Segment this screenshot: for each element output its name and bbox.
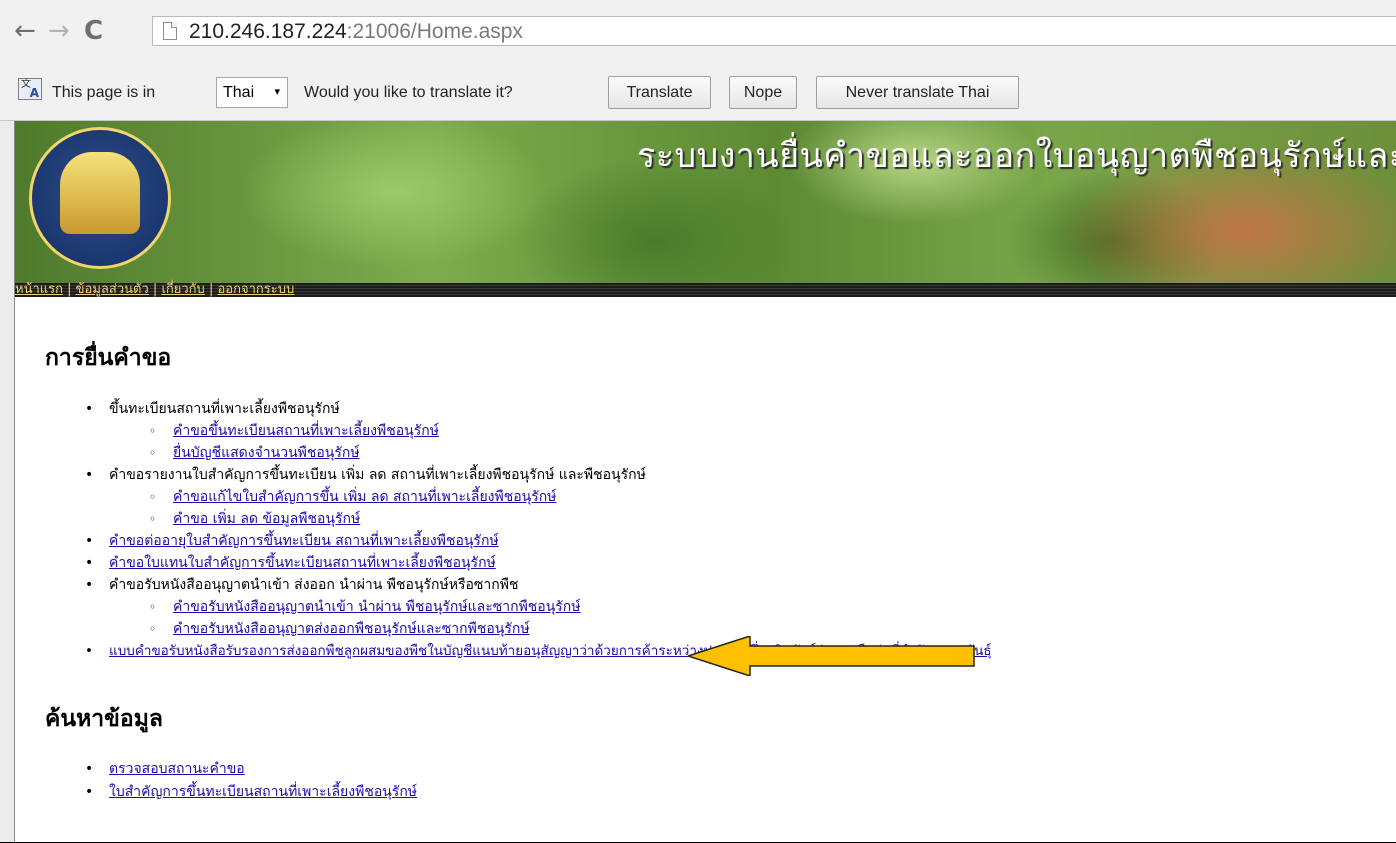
bullet: • bbox=[85, 784, 94, 800]
list-item: ◦ ยื่นบัญชีแสดงจำนวนพืชอนุรักษ์ bbox=[149, 444, 360, 462]
nope-button[interactable]: Nope bbox=[729, 76, 797, 109]
list-item-label: คำขอรายงานใบสำคัญการขึ้นทะเบียน เพิ่ม ลด… bbox=[109, 467, 646, 483]
list-item: ◦ คำขอ เพิ่ม ลด ข้อมูลพืชอนุรักษ์ bbox=[149, 510, 360, 528]
nav-separator: | bbox=[152, 282, 158, 297]
search-link[interactable]: ใบสำคัญการขึ้นทะเบียนสถานที่เพาะเลี้ยงพื… bbox=[109, 784, 417, 800]
nav-about[interactable]: เกี่ยวกับ bbox=[161, 282, 204, 297]
list-item: • คำขอใบแทนใบสำคัญการขึ้นทะเบียนสถานที่เ… bbox=[85, 554, 496, 572]
bullet: • bbox=[85, 577, 94, 593]
translate-icon: 文A bbox=[18, 78, 42, 100]
list-item: • ตรวจสอบสถานะคำขอ bbox=[85, 760, 245, 778]
list-item: ◦ คำขอรับหนังสืออนุญาตส่งออกพืชอนุรักษ์แ… bbox=[149, 620, 530, 638]
seal-emblem bbox=[60, 152, 140, 234]
list-item: • คำขอต่ออายุใบสำคัญการขึ้นทะเบียน สถานท… bbox=[85, 532, 499, 550]
page-content: ระบบงานยื่นคำขอและออกใบอนุญาตพืชอนุรักษ์… bbox=[0, 121, 1396, 843]
nav-logout[interactable]: ออกจากระบบ bbox=[217, 282, 294, 297]
sub-bullet: ◦ bbox=[149, 446, 157, 460]
nav-home[interactable]: หน้าแรก bbox=[15, 282, 63, 297]
sub-bullet: ◦ bbox=[149, 424, 157, 438]
list-item: ◦ คำขอรับหนังสืออนุญาตนำเข้า นำผ่าน พืชอ… bbox=[149, 598, 581, 616]
translate-prompt-prefix: This page is in bbox=[52, 84, 156, 101]
list-item: • คำขอรับหนังสืออนุญาตนำเข้า ส่งออก นำผ่… bbox=[85, 576, 519, 594]
request-link[interactable]: คำขอขึ้นทะเบียนสถานที่เพาะเลี้ยงพืชอนุรั… bbox=[173, 423, 439, 439]
search-link[interactable]: ตรวจสอบสถานะคำขอ bbox=[109, 761, 245, 777]
language-select[interactable]: Thai ▾ bbox=[216, 77, 288, 108]
sub-bullet: ◦ bbox=[149, 622, 157, 636]
header-banner: ระบบงานยื่นคำขอและออกใบอนุญาตพืชอนุรักษ์… bbox=[15, 121, 1396, 283]
export-permit-link[interactable]: คำขอรับหนังสืออนุญาตส่งออกพืชอนุรักษ์และ… bbox=[173, 621, 530, 637]
url-text: 210.246.187.224:21006/Home.aspx bbox=[189, 19, 523, 45]
nav-profile[interactable]: ข้อมูลส่วนตัว bbox=[76, 282, 149, 297]
request-link[interactable]: คำขอรับหนังสืออนุญาตนำเข้า นำผ่าน พืชอนุ… bbox=[173, 599, 581, 615]
request-link[interactable]: คำขอ เพิ่ม ลด ข้อมูลพืชอนุรักษ์ bbox=[173, 511, 360, 527]
translate-bar: 文A This page is in Thai ▾ Would you like… bbox=[0, 62, 1396, 120]
translate-button[interactable]: Translate bbox=[608, 76, 711, 109]
list-item: ◦ คำขอขึ้นทะเบียนสถานที่เพาะเลี้ยงพืชอนุ… bbox=[149, 422, 439, 440]
never-translate-button[interactable]: Never translate Thai bbox=[816, 76, 1019, 109]
bullet: • bbox=[85, 533, 94, 549]
reload-button[interactable]: C bbox=[84, 16, 103, 46]
language-select-value: Thai bbox=[223, 84, 255, 101]
nav-separator: | bbox=[67, 282, 72, 297]
list-item: • ใบสำคัญการขึ้นทะเบียนสถานที่เพาะเลี้ยง… bbox=[85, 783, 417, 801]
request-link[interactable]: คำขอต่ออายุใบสำคัญการขึ้นทะเบียน สถานที่… bbox=[109, 533, 499, 549]
list-item-label: คำขอรับหนังสืออนุญาตนำเข้า ส่งออก นำผ่าน… bbox=[109, 577, 519, 593]
department-seal-logo bbox=[29, 127, 171, 269]
address-bar[interactable]: 210.246.187.224:21006/Home.aspx bbox=[152, 16, 1396, 46]
list-item: • คำขอรายงานใบสำคัญการขึ้นทะเบียน เพิ่ม … bbox=[85, 466, 646, 484]
request-link[interactable]: คำขอแก้ไขใบสำคัญการขึ้น เพิ่ม ลด สถานที่… bbox=[173, 489, 556, 505]
sub-bullet: ◦ bbox=[149, 490, 157, 504]
browser-chrome: ← → C 210.246.187.224:21006/Home.aspx 文A… bbox=[0, 0, 1396, 121]
bullet: • bbox=[85, 761, 94, 777]
top-navigation: หน้าแรก | ข้อมูลส่วนตัว | เกี่ยวกับ | ออ… bbox=[15, 283, 1396, 297]
sub-bullet: ◦ bbox=[149, 600, 157, 614]
section-title-request: การยื่นคำขอ bbox=[45, 345, 172, 371]
list-item: ◦ คำขอแก้ไขใบสำคัญการขึ้น เพิ่ม ลด สถานท… bbox=[149, 488, 556, 506]
request-link[interactable]: คำขอใบแทนใบสำคัญการขึ้นทะเบียนสถานที่เพา… bbox=[109, 555, 496, 571]
request-link[interactable]: ยื่นบัญชีแสดงจำนวนพืชอนุรักษ์ bbox=[173, 445, 360, 461]
browser-toolbar: ← → C 210.246.187.224:21006/Home.aspx bbox=[0, 0, 1396, 62]
site-title: ระบบงานยื่นคำขอและออกใบอนุญาตพืชอนุรักษ์… bbox=[637, 136, 1396, 176]
bullet: • bbox=[85, 401, 94, 417]
back-button[interactable]: ← bbox=[14, 16, 36, 46]
left-frame-border bbox=[0, 121, 15, 843]
bullet: • bbox=[85, 643, 93, 659]
list-item: • ขึ้นทะเบียนสถานที่เพาะเลี้ยงพืชอนุรักษ… bbox=[85, 400, 340, 418]
url-path: :21006/Home.aspx bbox=[346, 20, 523, 43]
forward-button[interactable]: → bbox=[48, 16, 70, 46]
bullet: • bbox=[85, 555, 94, 571]
url-host: 210.246.187.224 bbox=[189, 20, 347, 43]
translate-prompt-question: Would you like to translate it? bbox=[304, 84, 513, 101]
yellow-arrow-annotation bbox=[688, 636, 975, 676]
chevron-down-icon: ▾ bbox=[274, 86, 280, 98]
nav-separator: | bbox=[208, 282, 214, 297]
section-title-search: ค้นหาข้อมูล bbox=[45, 706, 163, 732]
sub-bullet: ◦ bbox=[149, 512, 157, 526]
bullet: • bbox=[85, 467, 94, 483]
list-item-label: ขึ้นทะเบียนสถานที่เพาะเลี้ยงพืชอนุรักษ์ bbox=[109, 401, 340, 417]
page-icon bbox=[163, 22, 177, 40]
